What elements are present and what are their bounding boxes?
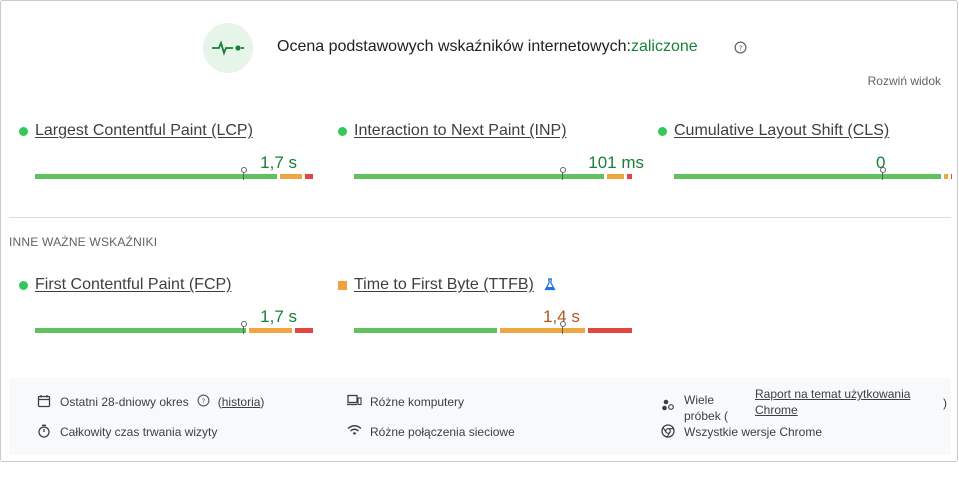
- connections-text: Różne połączenia sieciowe: [370, 425, 515, 439]
- assessment-title: Ocena podstawowych wskaźników internetow…: [277, 38, 698, 56]
- assessment-status: zaliczone: [630, 38, 698, 55]
- devices-info: Różne komputery: [347, 394, 464, 410]
- good-segment: [674, 174, 941, 179]
- poor-segment: [304, 174, 313, 179]
- samples-info: Wiele próbek ( Raport na temat użytkowan…: [661, 387, 947, 424]
- needs-improvement-segment: [249, 328, 293, 333]
- crux-report-link[interactable]: Raport na temat użytkowania Chrome: [755, 386, 943, 418]
- core-web-vitals-card: Ocena podstawowych wskaźników internetow…: [0, 0, 958, 462]
- poor-segment: [587, 328, 632, 333]
- history-paren-close: ): [260, 395, 265, 409]
- experimental-flask-icon: [544, 278, 556, 296]
- crux-report-link-line2[interactable]: Chrome: [755, 402, 943, 418]
- help-icon[interactable]: ?: [734, 41, 747, 59]
- poor-segment: [950, 174, 952, 179]
- vitals-pulse-icon: [203, 23, 253, 73]
- calendar-icon: [37, 394, 53, 410]
- p75-marker: [559, 321, 566, 334]
- good-status-dot: [338, 127, 347, 136]
- period-info: Ostatni 28-dniowy okres ? (historia): [37, 394, 264, 410]
- needs-improvement-segment: [607, 174, 624, 179]
- good-segment: [354, 328, 498, 333]
- assessment-title-text: Ocena podstawowych wskaźników internetow…: [277, 38, 631, 55]
- distribution-bar: [354, 321, 632, 334]
- svg-text:?: ?: [739, 43, 743, 52]
- devices-text: Różne komputery: [370, 395, 465, 409]
- metric-name-link[interactable]: Largest Contentful Paint (LCP): [35, 122, 253, 139]
- good-status-dot: [658, 127, 667, 136]
- period-text: Ostatni 28-dniowy okres: [60, 395, 189, 409]
- metric-inp: Interaction to Next Paint (INP) 101 ms: [338, 122, 644, 180]
- crux-report-link-line1[interactable]: Raport na temat użytkowania: [755, 386, 943, 402]
- section-divider: [9, 217, 951, 218]
- p75-marker: [240, 167, 247, 180]
- chrome-versions-text: Wszystkie wersje Chrome: [684, 425, 823, 439]
- good-segment: [35, 328, 247, 333]
- good-segment: [354, 174, 605, 179]
- samples-paren-close: ): [943, 396, 947, 410]
- distribution-bar: [35, 321, 313, 334]
- metric-fcp: First Contentful Paint (FCP) 1,7 s: [19, 276, 313, 334]
- visit-duration-info: Całkowity czas trwania wizyty: [37, 424, 217, 440]
- desktop-devices-icon: [347, 394, 363, 410]
- expand-view-button[interactable]: Rozwiń widok: [868, 74, 941, 88]
- metric-name-link[interactable]: First Contentful Paint (FCP): [35, 276, 232, 293]
- samples-icon: [661, 398, 677, 414]
- data-source-footer: Ostatni 28-dniowy okres ? (historia) Róż…: [9, 378, 951, 455]
- distribution-bar: [354, 167, 632, 180]
- metric-value: 1,7 s: [260, 307, 297, 326]
- visit-duration-text: Całkowity czas trwania wizyty: [60, 425, 218, 439]
- distribution-bar: [35, 167, 313, 180]
- samples-text-line1: Wiele: [684, 393, 715, 407]
- metric-value: 101 ms: [588, 153, 644, 172]
- needs-improvement-segment: [279, 174, 302, 179]
- good-status-dot: [19, 281, 28, 290]
- wifi-icon: [347, 424, 363, 440]
- metric-name-link[interactable]: Interaction to Next Paint (INP): [354, 122, 567, 139]
- metric-value: 1,7 s: [260, 153, 297, 172]
- poor-segment: [295, 328, 313, 333]
- metric-lcp: Largest Contentful Paint (LCP) 1,7 s: [19, 122, 313, 180]
- chrome-icon: [661, 424, 677, 440]
- distribution-bar: [674, 167, 952, 180]
- metric-ttfb: Time to First Byte (TTFB) 1,4 s: [338, 276, 632, 334]
- good-status-dot: [19, 127, 28, 136]
- connections-info: Różne połączenia sieciowe: [347, 424, 515, 440]
- needs-improvement-square: [338, 281, 347, 290]
- needs-improvement-segment: [943, 174, 948, 179]
- stopwatch-icon: [37, 424, 53, 440]
- chrome-versions-info: Wszystkie wersje Chrome: [661, 424, 822, 440]
- samples-text-line2: próbek (: [684, 409, 729, 423]
- metric-cls: Cumulative Layout Shift (CLS) 0: [658, 122, 952, 180]
- other-metrics-heading: INNE WAŻNE WSKAŹNIKI: [9, 235, 158, 249]
- history-link[interactable]: historia: [222, 395, 261, 409]
- p75-marker: [240, 321, 247, 334]
- metric-name-link[interactable]: Cumulative Layout Shift (CLS): [674, 122, 889, 139]
- p75-marker: [559, 167, 566, 180]
- metric-name-link[interactable]: Time to First Byte (TTFB): [354, 276, 534, 293]
- needs-improvement-segment: [500, 328, 585, 333]
- samples-text: Wiele próbek (: [684, 392, 752, 424]
- p75-marker: [879, 167, 886, 180]
- poor-segment: [626, 174, 632, 179]
- svg-text:?: ?: [201, 396, 205, 405]
- help-icon[interactable]: ?: [197, 394, 210, 410]
